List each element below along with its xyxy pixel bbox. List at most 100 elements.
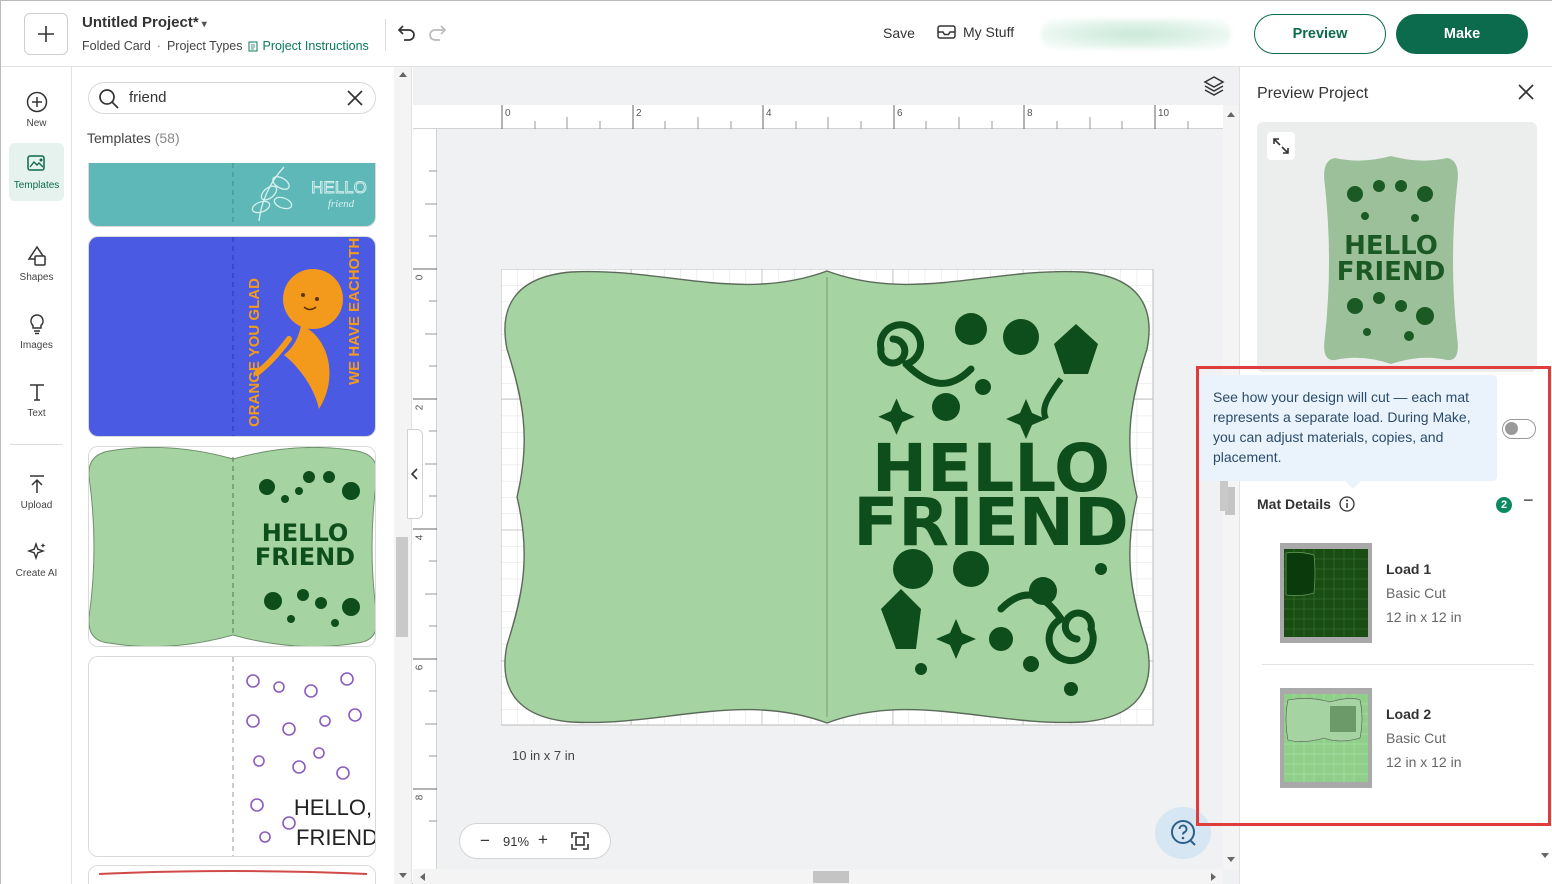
panel-scrollbar-thumb[interactable]	[1220, 481, 1228, 511]
canvas-horizontal-thumb[interactable]	[813, 871, 849, 883]
plus-circle-icon	[26, 91, 47, 113]
inbox-icon	[937, 25, 956, 39]
mat-count-badge: 2	[1496, 497, 1512, 513]
rail-label: Shapes	[19, 272, 54, 283]
templates-panel: Templates (58) HELLO friend	[72, 67, 412, 884]
preview-text: FRIEND	[1337, 257, 1446, 287]
ruler-label: 0	[414, 274, 426, 281]
project-types-link[interactable]: Project Types	[167, 39, 243, 53]
mat-thumbnail	[1280, 688, 1372, 788]
close-icon[interactable]	[1517, 83, 1535, 106]
project-preview-image: HELLO FRIEND	[1257, 122, 1537, 372]
clear-search-icon[interactable]	[346, 89, 364, 107]
rail-label: Create AI	[15, 568, 58, 579]
mat-details-tooltip: See how your design will cut — each mat …	[1199, 375, 1497, 489]
rail-item-new[interactable]: New	[9, 81, 64, 139]
mat-details-label: Mat Details	[1257, 496, 1331, 512]
templates-count: (58)	[154, 130, 180, 146]
card-text: HELLO	[311, 178, 367, 197]
collapse-mat-details[interactable]: −	[1523, 490, 1534, 511]
app-frame: Untitled Project* ▾ Folded Card · Project…	[0, 0, 1552, 884]
ruler-label: 2	[636, 108, 642, 119]
plus-icon	[38, 26, 54, 42]
ruler-label: 0	[505, 108, 511, 119]
my-stuff-button[interactable]: My Stuff	[937, 24, 1014, 40]
preview-toggle[interactable]	[1502, 419, 1536, 439]
card-heading-line2: FRIEND	[853, 484, 1129, 561]
mat-load-2[interactable]: Load 2 Basic Cut 12 in x 12 in	[1280, 688, 1540, 798]
top-header: Untitled Project* ▾ Folded Card · Project…	[1, 1, 1552, 67]
templates-heading: Templates	[87, 130, 151, 146]
template-thumbnail: HELLO friend	[89, 163, 375, 226]
rail-item-images[interactable]: Images	[9, 303, 64, 361]
project-type: Folded Card	[82, 39, 151, 53]
template-card[interactable]: HELLO, FRIEND	[88, 656, 376, 857]
chevron-left-icon	[411, 468, 418, 480]
zoom-out-button[interactable]: −	[480, 831, 490, 851]
design-dimensions: 10 in x 7 in	[512, 748, 575, 763]
template-search	[88, 82, 376, 114]
ruler-label: 8	[414, 794, 426, 801]
mat-load-1[interactable]: Load 1 Basic Cut 12 in x 12 in	[1280, 543, 1540, 653]
project-title-dropdown[interactable]: Untitled Project* ▾	[82, 14, 207, 31]
panel-title: Preview Project	[1257, 85, 1369, 102]
undo-icon[interactable]	[395, 22, 417, 44]
project-title: Untitled Project*	[82, 14, 199, 31]
save-button[interactable]: Save	[883, 25, 915, 41]
load-divider	[1262, 664, 1534, 665]
zoom-in-button[interactable]: +	[538, 830, 548, 850]
load-cut-type: Basic Cut	[1386, 585, 1446, 601]
rail-item-shapes[interactable]: Shapes	[9, 235, 64, 293]
rail-label: Upload	[20, 500, 53, 511]
rail-label: New	[26, 118, 47, 129]
preview-button[interactable]: Preview	[1254, 14, 1386, 54]
expand-icon[interactable]	[1267, 132, 1295, 160]
help-button[interactable]	[1155, 807, 1211, 859]
separator-dot: ·	[156, 39, 161, 53]
collapse-panel-tab[interactable]	[407, 429, 423, 519]
make-button[interactable]: Make	[1396, 14, 1528, 54]
template-card[interactable]: HELLO friend	[88, 163, 376, 227]
templates-icon	[26, 155, 45, 171]
text-icon	[29, 384, 44, 401]
ruler-ticks	[501, 105, 1189, 129]
rail-item-text[interactable]: Text	[9, 371, 64, 429]
ruler-label: 6	[897, 108, 903, 119]
new-project-button[interactable]	[24, 13, 68, 55]
template-card[interactable]	[88, 865, 376, 884]
template-thumbnail: HELLO, FRIEND	[89, 657, 375, 856]
ruler-label: 10	[1158, 108, 1170, 119]
ruler-label: 4	[414, 534, 426, 541]
redo-icon[interactable]	[427, 22, 449, 44]
design-canvas[interactable]: 0 2 4 6 8 10 0 2 4 6 8 HELLO FRIEND 10 i…	[407, 67, 1239, 884]
project-subtitle: Folded Card · Project Types Project Inst…	[82, 39, 369, 53]
card-text: HELLO,	[294, 795, 372, 820]
search-input[interactable]	[129, 89, 329, 106]
project-instructions-link[interactable]: Project Instructions	[248, 39, 369, 53]
zoom-level[interactable]: 91%	[503, 834, 529, 849]
layers-icon[interactable]	[1203, 75, 1225, 102]
blurred-account-area	[1041, 19, 1231, 49]
templates-scrollbar-thumb[interactable]	[396, 537, 408, 637]
search-icon	[99, 89, 119, 109]
rail-item-create-ai[interactable]: Create AI	[9, 531, 64, 589]
document-icon	[248, 41, 258, 51]
template-thumbnail	[89, 866, 375, 884]
template-card[interactable]: ORANGE YOU GLAD WE HAVE EACHOTHER	[88, 236, 376, 437]
rail-item-upload[interactable]: Upload	[9, 463, 64, 521]
lightbulb-icon	[29, 314, 44, 335]
mat-details-header[interactable]: Mat Details	[1257, 496, 1355, 512]
load-title: Load 1	[1386, 561, 1432, 577]
card-design[interactable]: HELLO FRIEND	[501, 269, 1155, 727]
rail-item-templates[interactable]: Templates	[9, 143, 64, 201]
fit-to-screen-icon[interactable]	[570, 831, 590, 854]
header-divider	[385, 19, 386, 51]
template-card[interactable]: HELLO FRIEND	[88, 446, 376, 647]
info-icon[interactable]	[1339, 496, 1355, 512]
panel-scrollbar[interactable]	[1537, 367, 1552, 867]
card-text: friend	[328, 198, 355, 210]
upload-icon	[29, 475, 44, 493]
scroll-arrows	[1541, 853, 1549, 858]
chevron-down-icon: ▾	[201, 19, 207, 30]
template-thumbnail: HELLO FRIEND	[89, 447, 375, 646]
